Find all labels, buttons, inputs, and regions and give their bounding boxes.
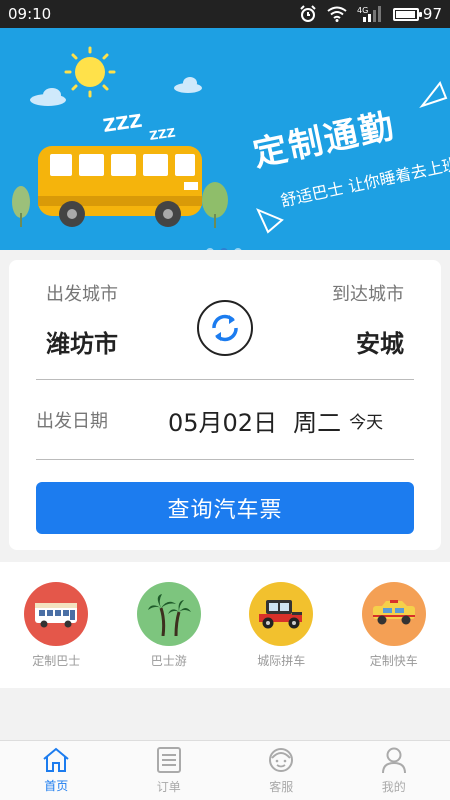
- divider: [36, 459, 414, 460]
- nav-profile[interactable]: 我的: [338, 741, 450, 800]
- swap-icon: [212, 314, 238, 342]
- nav-label: 客服: [269, 780, 294, 794]
- signal-icon: 4G: [357, 5, 383, 23]
- battery-indicator: 97: [392, 5, 442, 23]
- snore-text-small: ZZZ: [148, 125, 176, 143]
- bus-icon: [24, 582, 89, 646]
- nav-orders[interactable]: 订单: [113, 741, 226, 800]
- service-label: 巴士游: [150, 654, 187, 668]
- swap-cities-button[interactable]: [197, 300, 253, 356]
- nav-label: 订单: [156, 780, 181, 794]
- arrival-city[interactable]: 安城: [356, 324, 404, 359]
- nav-customer-service[interactable]: 客服: [225, 741, 338, 800]
- decor-arrow: [419, 81, 448, 108]
- battery-icon: [392, 7, 422, 21]
- sun-icon: [64, 46, 116, 98]
- service-grid: 定制巴士 巴士游 城际拼车 定制快车: [0, 562, 450, 688]
- carousel-dot[interactable]: [220, 248, 228, 250]
- service-label: 城际拼车: [257, 654, 306, 668]
- carousel-indicator[interactable]: [206, 248, 242, 250]
- today-tag: 今天: [349, 412, 384, 433]
- nav-label: 首页: [44, 779, 69, 793]
- wifi-icon: [327, 6, 347, 22]
- departure-city-label: 出发城市: [46, 284, 118, 305]
- arrival-city-label: 到达城市: [332, 284, 404, 305]
- carousel-dot[interactable]: [206, 248, 214, 250]
- profile-icon: [381, 747, 406, 774]
- network-type: 4G: [357, 6, 368, 15]
- bottom-navigation: 首页 订单 客服 我的: [0, 740, 450, 800]
- home-icon: [43, 747, 69, 772]
- battery-level: 97: [422, 5, 442, 23]
- service-custom-express[interactable]: 定制快车: [349, 582, 439, 688]
- service-label: 定制巴士: [32, 654, 81, 668]
- palm-tree-icon: [136, 582, 201, 646]
- bus-illustration: [38, 146, 202, 227]
- alarm-icon: [299, 5, 317, 23]
- trip-search-card: 出发城市 到达城市 潍坊市 安城 出发日期 05月02日 周二 今天 查询汽车票: [9, 260, 441, 550]
- status-time: 09:10: [8, 5, 52, 23]
- vintage-car-icon: [249, 582, 314, 646]
- nav-home[interactable]: 首页: [0, 741, 113, 800]
- promo-banner[interactable]: ZZZ ZZZ 定制通勤 舒适巴士 让你睡着去上班: [0, 28, 450, 250]
- customer-service-icon: [269, 748, 294, 772]
- carousel-dot[interactable]: [234, 248, 242, 250]
- order-list-icon: [156, 747, 181, 773]
- service-custom-bus[interactable]: 定制巴士: [11, 582, 101, 688]
- departure-date-label: 出发日期: [36, 411, 108, 432]
- cloud-icon: [30, 77, 202, 106]
- service-intercity-carpool[interactable]: 城际拼车: [236, 582, 326, 688]
- departure-weekday: 周二: [293, 408, 342, 437]
- service-label: 定制快车: [369, 654, 418, 668]
- search-tickets-button[interactable]: 查询汽车票: [36, 482, 414, 534]
- snore-text-large: ZZZ: [102, 111, 144, 137]
- taxi-icon: [361, 582, 426, 646]
- departure-city[interactable]: 潍坊市: [46, 324, 118, 359]
- departure-date-row[interactable]: 出发日期 05月02日 周二 今天: [36, 400, 414, 440]
- departure-date: 05月02日: [168, 408, 278, 437]
- nav-label: 我的: [381, 780, 406, 794]
- service-bus-tour[interactable]: 巴士游: [124, 582, 214, 688]
- divider: [36, 379, 414, 380]
- status-bar: 09:10 4G 97: [0, 0, 450, 28]
